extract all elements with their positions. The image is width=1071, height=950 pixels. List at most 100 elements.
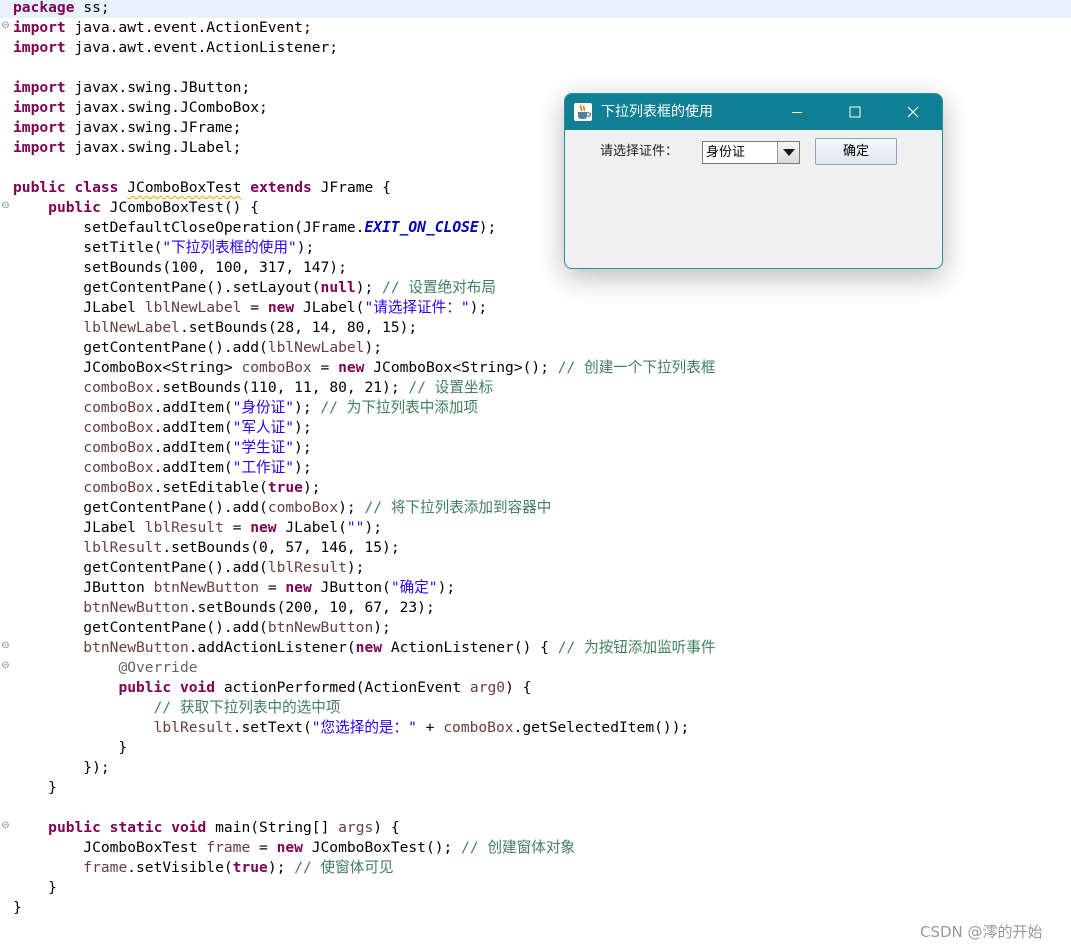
code-line[interactable]: JComboBox<String> comboBox = new JComboB… bbox=[0, 358, 1071, 378]
code-token: JComboBoxTest bbox=[127, 179, 242, 196]
code-token: "身份证" bbox=[232, 399, 295, 416]
code-line[interactable]: ⊖ btnNewButton.addActionListener(new Act… bbox=[0, 638, 1071, 658]
code-line[interactable]: ⊖ @Override bbox=[0, 658, 1071, 678]
code-line[interactable]: import java.awt.event.ActionListener; bbox=[0, 38, 1071, 58]
code-token: lblResult bbox=[83, 539, 163, 556]
code-token: new bbox=[267, 299, 295, 316]
code-token: .getSelectedItem()); bbox=[513, 719, 690, 736]
code-token: // 为下拉列表中添加项 bbox=[320, 399, 479, 416]
code-token: .setBounds(200, 10, 67, 23); bbox=[188, 599, 435, 616]
watermark: CSDN @澪的开始 bbox=[920, 923, 1043, 941]
code-line[interactable]: JLabel lblResult = new JLabel(""); bbox=[0, 518, 1071, 538]
code-token: = bbox=[250, 839, 277, 856]
code-token: main(String[] bbox=[206, 819, 339, 836]
code-text: btnNewButton.setBounds(200, 10, 67, 23); bbox=[13, 598, 435, 618]
code-line[interactable]: frame.setVisible(true); // 使窗体可见 bbox=[0, 858, 1071, 878]
code-line[interactable]: } bbox=[0, 738, 1071, 758]
collapse-minus-icon[interactable]: ⊖ bbox=[1, 201, 10, 211]
code-line[interactable]: }); bbox=[0, 758, 1071, 778]
code-line[interactable]: comboBox.setBounds(110, 11, 80, 21); // … bbox=[0, 378, 1071, 398]
code-token: } bbox=[13, 899, 22, 916]
code-token: } bbox=[13, 739, 128, 756]
code-token: comboBox bbox=[443, 719, 514, 736]
code-token: public bbox=[48, 819, 101, 836]
code-line[interactable]: package ss; bbox=[0, 0, 1071, 18]
code-line[interactable]: JButton btnNewButton = new JButton("确定")… bbox=[0, 578, 1071, 598]
code-line[interactable]: lblResult.setText("您选择的是：" + comboBox.ge… bbox=[0, 718, 1071, 738]
code-line[interactable]: comboBox.addItem("工作证"); bbox=[0, 458, 1071, 478]
confirm-button[interactable]: 确定 bbox=[815, 138, 897, 165]
code-token: "" bbox=[346, 519, 365, 536]
code-line[interactable]: comboBox.addItem("学生证"); bbox=[0, 438, 1071, 458]
code-line[interactable]: } bbox=[0, 898, 1071, 918]
code-line[interactable]: getContentPane().add(lblResult); bbox=[0, 558, 1071, 578]
code-token: .addItem( bbox=[153, 459, 233, 476]
certificate-combobox[interactable]: 身份证 bbox=[702, 141, 800, 164]
code-line[interactable]: getContentPane().add(btnNewButton); bbox=[0, 618, 1071, 638]
code-token: @Override bbox=[118, 659, 198, 676]
code-line[interactable]: getContentPane().add(lblNewLabel); bbox=[0, 338, 1071, 358]
code-line[interactable]: JComboBoxTest frame = new JComboBoxTest(… bbox=[0, 838, 1071, 858]
code-line[interactable]: ⊖ import java.awt.event.ActionEvent; bbox=[0, 18, 1071, 38]
collapse-minus-icon[interactable]: ⊖ bbox=[1, 21, 10, 31]
code-token: JFrame { bbox=[311, 179, 391, 196]
code-line[interactable] bbox=[0, 798, 1071, 818]
code-token: .setEditable( bbox=[153, 479, 268, 496]
code-token: "军人证" bbox=[232, 419, 295, 436]
maximize-button[interactable] bbox=[826, 94, 884, 130]
window-title-bar[interactable]: 下拉列表框的使用 bbox=[565, 94, 942, 130]
code-line[interactable]: } bbox=[0, 778, 1071, 798]
minimize-button[interactable] bbox=[768, 94, 826, 130]
code-token: setBounds(100, 100, 317, 147); bbox=[13, 259, 347, 276]
code-token: .addActionListener( bbox=[188, 639, 356, 656]
code-line[interactable]: getContentPane().setLayout(null); // 设置绝… bbox=[0, 278, 1071, 298]
code-token: comboBox bbox=[83, 379, 154, 396]
code-text: btnNewButton.addActionListener(new Actio… bbox=[13, 638, 715, 658]
code-token: javax.swing.JLabel; bbox=[65, 139, 242, 156]
close-button[interactable] bbox=[884, 94, 942, 130]
collapse-minus-icon[interactable]: ⊖ bbox=[1, 641, 10, 651]
code-line[interactable]: lblNewLabel.setBounds(28, 14, 80, 15); bbox=[0, 318, 1071, 338]
code-text: import javax.swing.JLabel; bbox=[13, 138, 241, 158]
combobox-value[interactable]: 身份证 bbox=[706, 142, 745, 163]
code-token: ); bbox=[296, 239, 315, 256]
code-line[interactable]: public void actionPerformed(ActionEvent … bbox=[0, 678, 1071, 698]
code-line[interactable]: comboBox.addItem("身份证"); // 为下拉列表中添加项 bbox=[0, 398, 1071, 418]
code-token: btnNewButton bbox=[83, 639, 189, 656]
collapse-minus-icon[interactable]: ⊖ bbox=[1, 821, 10, 831]
code-line[interactable]: ⊖ public static void main(String[] args)… bbox=[0, 818, 1071, 838]
code-token: .setText( bbox=[232, 719, 312, 736]
code-token: null bbox=[320, 279, 356, 296]
code-text: getContentPane().add(lblNewLabel); bbox=[13, 338, 382, 358]
code-token: // 获取下拉列表中的选中项 bbox=[153, 699, 341, 716]
collapse-minus-icon[interactable]: ⊖ bbox=[1, 661, 10, 671]
code-token: "下拉列表框的使用" bbox=[162, 239, 297, 256]
code-token: ); bbox=[346, 559, 365, 576]
combobox-dropdown-button[interactable] bbox=[777, 142, 799, 163]
code-token: lblResult bbox=[144, 519, 224, 536]
code-line[interactable]: // 获取下拉列表中的选中项 bbox=[0, 698, 1071, 718]
code-line[interactable]: JLabel lblNewLabel = new JLabel("请选择证件："… bbox=[0, 298, 1071, 318]
minimize-icon bbox=[792, 112, 802, 113]
code-line[interactable]: btnNewButton.setBounds(200, 10, 67, 23); bbox=[0, 598, 1071, 618]
code-token: JLabel bbox=[13, 299, 145, 316]
content-pane: 请选择证件： 身份证 确定 bbox=[565, 130, 942, 268]
code-line[interactable]: getContentPane().add(comboBox); // 将下拉列表… bbox=[0, 498, 1071, 518]
code-token: // 设置坐标 bbox=[408, 379, 494, 396]
code-line[interactable]: lblResult.setBounds(0, 57, 146, 15); bbox=[0, 538, 1071, 558]
code-token: comboBox bbox=[83, 419, 154, 436]
code-line[interactable]: comboBox.addItem("军人证"); bbox=[0, 418, 1071, 438]
code-line[interactable] bbox=[0, 58, 1071, 78]
code-line[interactable]: } bbox=[0, 878, 1071, 898]
swing-window: 下拉列表框的使用 请选择证件： 身份证 确定 bbox=[564, 93, 943, 269]
code-line[interactable]: comboBox.setEditable(true); bbox=[0, 478, 1071, 498]
code-token: ); bbox=[302, 479, 321, 496]
